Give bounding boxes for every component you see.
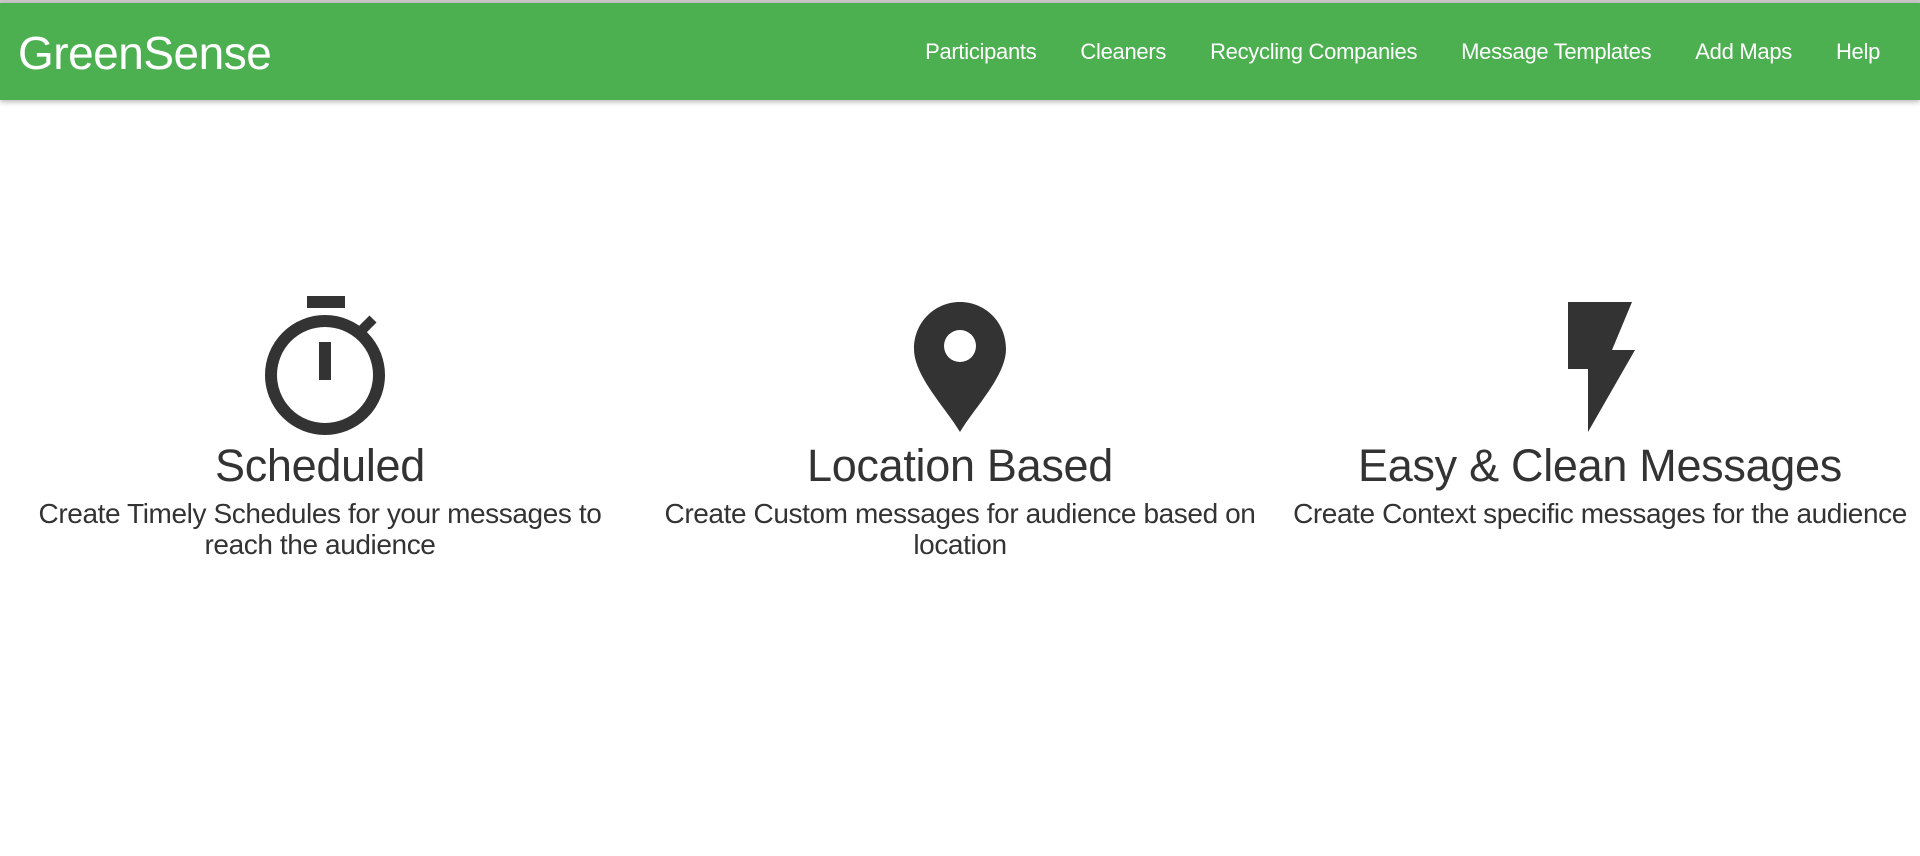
- lightning-bolt-icon: [1568, 302, 1635, 432]
- navbar: GreenSense Participants Cleaners Recycli…: [0, 3, 1920, 100]
- feature-title: Scheduled: [215, 440, 425, 491]
- nav-link-recycling-companies[interactable]: Recycling Companies: [1188, 39, 1439, 65]
- nav-link-participants[interactable]: Participants: [903, 39, 1058, 65]
- nav-link-add-maps[interactable]: Add Maps: [1673, 39, 1814, 65]
- nav-link-help[interactable]: Help: [1814, 39, 1880, 65]
- feature-description: Create Timely Schedules for your message…: [38, 498, 602, 560]
- feature-description: Create Custom messages for audience base…: [664, 498, 1256, 560]
- feature-description: Create Context specific messages for the…: [1293, 498, 1907, 529]
- brand-logo[interactable]: GreenSense: [18, 26, 272, 80]
- nav-link-message-templates[interactable]: Message Templates: [1439, 39, 1673, 65]
- feature-location-based: Location Based Create Custom messages fo…: [640, 290, 1280, 560]
- map-pin-icon: [914, 302, 1006, 432]
- feature-easy-clean-messages: Easy & Clean Messages Create Context spe…: [1280, 290, 1920, 560]
- feature-scheduled: Scheduled Create Timely Schedules for yo…: [0, 290, 640, 560]
- nav-link-cleaners[interactable]: Cleaners: [1058, 39, 1188, 65]
- stopwatch-icon: [265, 296, 385, 435]
- features-section: Scheduled Create Timely Schedules for yo…: [0, 290, 1920, 560]
- feature-title: Easy & Clean Messages: [1358, 440, 1842, 491]
- feature-title: Location Based: [806, 440, 1114, 491]
- nav-links: Participants Cleaners Recycling Companie…: [903, 39, 1880, 65]
